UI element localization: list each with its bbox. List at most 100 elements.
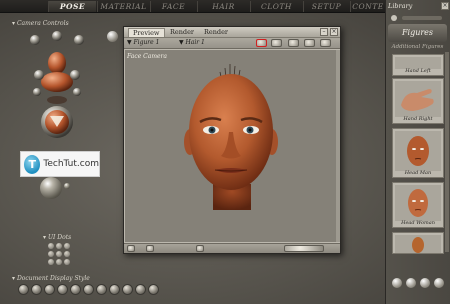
ui-dot[interactable] [48, 243, 54, 249]
poser-app: POSE MATERIAL FACE HAIR CLOTH SETUP CONT… [0, 0, 450, 304]
library-subheader[interactable]: Additional Figures [388, 44, 447, 52]
tab-render[interactable]: Render [166, 28, 198, 37]
library-item-hand-right[interactable]: Hand Right [392, 78, 444, 124]
techtut-logo: T TechTut.com [20, 151, 100, 177]
display-style-button[interactable] [109, 284, 120, 295]
apply-plus-icon[interactable] [406, 278, 416, 288]
library-panel: Library × Figures Additional Figures Han… [385, 0, 450, 304]
tab-render-2[interactable]: Render [200, 28, 232, 37]
tab-hair[interactable]: HAIR [197, 1, 249, 12]
ui-dot[interactable] [64, 251, 70, 257]
apply-icon[interactable] [392, 278, 402, 288]
hand-camera-left-icon[interactable] [30, 35, 40, 45]
orb-small-icon[interactable] [64, 183, 70, 189]
figure-icon [412, 237, 424, 253]
head-man-thumbnail [395, 131, 441, 171]
library-scrollbar[interactable] [445, 52, 449, 252]
hand-icon [401, 89, 434, 111]
grid-icon[interactable] [288, 39, 299, 47]
logo-text: TechTut.com [43, 159, 99, 169]
tab-content[interactable]: CONTE [350, 1, 385, 12]
camera-figure-control[interactable] [24, 30, 94, 140]
render-icon[interactable] [256, 39, 267, 47]
tab-pose[interactable]: POSE [48, 1, 96, 12]
display-style-button[interactable] [122, 284, 133, 295]
display-style-button[interactable] [18, 284, 29, 295]
ui-dot[interactable] [48, 251, 54, 257]
display-style-button[interactable] [96, 284, 107, 295]
tab-material[interactable]: MATERIAL [97, 1, 149, 12]
move-icon[interactable] [304, 39, 315, 47]
display-style-button[interactable] [135, 284, 146, 295]
doc-display-style-label: ▾ Document Display Style [12, 275, 90, 282]
head-woman-thumbnail [395, 185, 441, 221]
library-item-caption: Head Man [404, 170, 432, 176]
footer-light-icon[interactable] [196, 245, 204, 252]
library-item-thumbnail [395, 235, 441, 253]
head-figure-icon[interactable] [48, 52, 66, 74]
footer-tool-icon[interactable] [146, 245, 154, 252]
options-icon[interactable] [320, 39, 331, 47]
preview-tab-strip: Preview Render Render – × [124, 27, 340, 38]
viewport-scrollbar[interactable] [336, 50, 340, 242]
library-item-caption: Head Woman [401, 220, 435, 226]
ui-dot[interactable] [48, 259, 54, 265]
minimize-icon[interactable]: – [320, 28, 328, 36]
display-style-button[interactable] [57, 284, 68, 295]
preview-toolbar: ▼ Figure 1 ▼ Hair 1 [124, 38, 340, 49]
library-item-head-woman[interactable]: Head Woman [392, 182, 444, 228]
ui-dots-label: ▾ UI Dots [43, 234, 72, 241]
back-icon [391, 15, 397, 21]
display-style-button[interactable] [83, 284, 94, 295]
camera-select-button[interactable] [107, 31, 118, 42]
close-icon[interactable]: × [330, 28, 338, 36]
tab-face[interactable]: FACE [150, 1, 196, 12]
tab-cloth[interactable]: CLOTH [250, 1, 302, 12]
collapse-arrow-icon[interactable]: ▾ [12, 20, 15, 27]
tab-preview[interactable]: Preview [128, 28, 165, 37]
3d-viewport[interactable]: Face Camera [125, 50, 336, 242]
collapse-arrow-icon[interactable]: ▾ [12, 275, 15, 282]
ui-dot[interactable] [56, 259, 62, 265]
room-tab-bar: POSE MATERIAL FACE HAIR CLOTH SETUP CONT… [0, 0, 385, 13]
display-style-button[interactable] [70, 284, 81, 295]
library-item-caption: Hand Right [403, 116, 433, 122]
element-selector[interactable]: ▼ Hair 1 [179, 39, 205, 46]
library-title: Library [388, 2, 413, 10]
close-icon[interactable]: × [441, 2, 449, 10]
library-item-next[interactable] [392, 232, 444, 254]
torso-figure-icon[interactable] [41, 72, 73, 92]
library-item-head-man[interactable]: Head Man [392, 128, 444, 178]
head-icon [407, 136, 429, 166]
hand-right-thumbnail [395, 81, 441, 117]
preview-window: Preview Render Render – × ▼ Figure 1 ▼ H… [123, 26, 341, 254]
ui-dots-grid [48, 243, 70, 265]
head-model[interactable] [175, 62, 287, 212]
camera-icon[interactable] [271, 39, 282, 47]
display-style-button[interactable] [148, 284, 159, 295]
light-orb-control[interactable] [40, 177, 62, 199]
camera-controls-label: ▾ Camera Controls [12, 20, 69, 27]
library-nav-icons [391, 15, 442, 21]
display-style-button[interactable] [31, 284, 42, 295]
ui-dot[interactable] [56, 251, 62, 257]
display-style-buttons [18, 284, 159, 295]
ui-dot[interactable] [64, 259, 70, 265]
figure-selector[interactable]: ▼ Figure 1 [127, 39, 159, 46]
figures-header[interactable]: Figures [388, 24, 447, 42]
library-item-caption: Hand Left [405, 68, 431, 74]
remove-icon[interactable] [434, 278, 444, 288]
preview-footer [124, 243, 340, 253]
head-camera-icon[interactable] [52, 31, 62, 41]
add-icon[interactable] [420, 278, 430, 288]
tab-setup[interactable]: SETUP [303, 1, 349, 12]
footer-menu-icon[interactable] [127, 245, 135, 252]
collapse-arrow-icon[interactable]: ▾ [43, 234, 46, 241]
footer-dots-control[interactable] [284, 245, 324, 252]
library-item-hand-left[interactable]: Hand Left [392, 54, 444, 76]
ui-dot[interactable] [64, 243, 70, 249]
display-style-button[interactable] [44, 284, 55, 295]
ui-dot[interactable] [56, 243, 62, 249]
hand-camera-right-icon[interactable] [74, 35, 84, 45]
library-action-icons [392, 278, 444, 288]
